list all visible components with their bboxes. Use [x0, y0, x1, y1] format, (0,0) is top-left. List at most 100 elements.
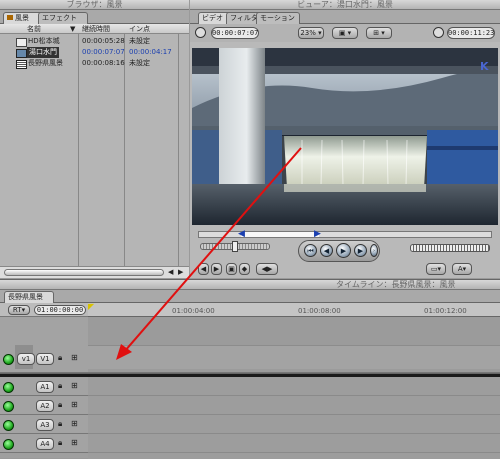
audio-track-content[interactable] — [88, 377, 500, 459]
list-item[interactable]: 長野県風景 00:00:08:16 未設定 — [0, 58, 189, 69]
item-duration: 00:00:08:16 — [82, 59, 125, 67]
timeline-title: タイムライン：長野県風景：風景 — [0, 280, 500, 290]
track-audible-button[interactable] — [3, 401, 14, 412]
auto-select-icon[interactable]: ⊞ — [71, 353, 78, 362]
overlay-popup[interactable]: ⊞ ▾ — [366, 27, 392, 39]
clip-icon — [16, 49, 27, 58]
video-track-header: v1 V1 🔒︎ ⊞ — [0, 317, 88, 373]
view-popup[interactable]: ▣ ▾ — [332, 27, 358, 39]
duration-timecode[interactable]: 00:00:07:07 — [211, 27, 259, 39]
destination-track-v1[interactable]: V1 — [36, 353, 54, 365]
horizontal-scrollbar[interactable]: ◀ ▶ — [0, 266, 189, 278]
viewer-window: ビューア：湯口水門：風景 ビデオ フィルタ モーション 00:00:07:07 … — [190, 0, 500, 278]
timeline-current-timecode[interactable]: 01:00:00:00 — [34, 305, 86, 315]
timeline-tab-row: 長野県風景 — [0, 290, 500, 303]
list-item[interactable]: HD松本城 00:00:05:28 未設定 — [0, 36, 189, 47]
browser-list: HD松本城 00:00:05:28 未設定 湯口水門 00:00:07:07 0… — [0, 34, 189, 266]
clip-icon — [16, 38, 27, 47]
rt-popup[interactable]: RT▾ — [8, 305, 30, 315]
audio-track-header-a2: A2 🔒︎ ⊞ — [0, 396, 88, 415]
zoom-value: 23% — [300, 29, 316, 37]
ruler-label: 01:00:12:00 — [424, 307, 467, 315]
current-timecode[interactable]: 00:00:11:23 — [447, 27, 495, 39]
current-time-icon — [433, 27, 444, 38]
destination-track-a4[interactable]: A4 — [36, 438, 54, 450]
next-edit-button[interactable]: ▶ — [354, 244, 367, 257]
destination-track-a1[interactable]: A1 — [36, 381, 54, 393]
in-point-marker[interactable]: ◀ — [238, 229, 245, 239]
lock-icon[interactable]: 🔒︎ — [58, 353, 62, 363]
tab-effects[interactable]: エフェクト — [38, 12, 88, 24]
tab-motion[interactable]: モーション — [256, 12, 300, 24]
column-duration[interactable]: 継続時間 — [82, 24, 110, 34]
track-visibility-button[interactable] — [3, 354, 14, 365]
ruler-label: 01:00:04:00 — [172, 307, 215, 315]
lock-icon[interactable]: 🔒︎ — [58, 381, 62, 391]
track-audible-button[interactable] — [3, 420, 14, 431]
previous-edit-button[interactable]: ◀ — [320, 244, 333, 257]
in-out-range — [241, 232, 319, 237]
ruler-label: 01:00:08:00 — [298, 307, 341, 315]
mark-in-button[interactable]: ◀ — [198, 263, 209, 275]
video-frame: K — [192, 48, 498, 225]
lock-icon[interactable]: 🔒︎ — [58, 419, 62, 429]
item-name: HD松本城 — [28, 37, 60, 45]
folder-icon — [7, 15, 13, 20]
tab-sequence[interactable]: 長野県風景 — [4, 291, 54, 303]
audio-track-header-a4: A4 🔒︎ ⊞ — [0, 434, 88, 453]
sequence-icon — [16, 60, 27, 69]
item-name: 湯口水門 — [27, 47, 59, 58]
item-duration: 00:00:05:28 — [82, 37, 125, 45]
item-duration: 00:00:07:07 — [82, 48, 125, 56]
add-marker-button[interactable]: ◆ — [239, 263, 250, 275]
browser-tab-row: 風景 エフェクト — [0, 10, 189, 24]
scroll-left-arrow-icon[interactable]: ◀ — [168, 268, 173, 276]
track-audible-button[interactable] — [3, 382, 14, 393]
v1-track-lane[interactable] — [88, 345, 500, 369]
destination-track-a3[interactable]: A3 — [36, 419, 54, 431]
browser-title: ブラウザ：風景 — [0, 0, 189, 10]
zoom-popup[interactable]: 23% ▾ — [298, 27, 324, 39]
source-patch-v1[interactable]: v1 — [17, 353, 35, 365]
scroll-right-arrow-icon[interactable]: ▶ — [178, 268, 183, 276]
play-in-to-out-button[interactable]: ⏮ — [304, 244, 317, 257]
jog-control[interactable] — [410, 244, 490, 252]
playhead-icon[interactable]: ◤ — [88, 302, 94, 311]
timeline-window: タイムライン：長野県風景：風景 長野県風景 RT▾ 01:00:00:00 ◤ … — [0, 279, 500, 459]
time-ruler[interactable]: ◤ 01:00:04:00 01:00:08:00 01:00:12:00 — [88, 302, 500, 317]
audio-track-header-a3: A3 🔒︎ ⊞ — [0, 415, 88, 434]
play-around-button[interactable]: › — [370, 244, 378, 257]
auto-select-icon[interactable]: ⊞ — [71, 381, 78, 390]
text-popup[interactable]: A▾ — [452, 263, 472, 275]
auto-select-icon[interactable]: ⊞ — [71, 438, 78, 447]
shuttle-knob[interactable] — [232, 241, 238, 252]
auto-select-icon[interactable]: ⊞ — [71, 419, 78, 428]
scrubber-bar[interactable]: ◀ ▶ — [198, 229, 492, 239]
play-button[interactable]: ▶ — [336, 243, 351, 258]
destination-track-a2[interactable]: A2 — [36, 400, 54, 412]
viewer-title: ビューア：湯口水門：風景 — [190, 0, 500, 10]
item-in: 00:00:04:17 — [129, 48, 172, 56]
out-point-marker[interactable]: ▶ — [314, 229, 321, 239]
lock-icon[interactable]: 🔒︎ — [58, 400, 62, 410]
item-in: 未設定 — [129, 59, 150, 67]
scroll-thumb[interactable] — [4, 269, 164, 276]
lock-icon[interactable]: 🔒︎ — [58, 438, 62, 448]
sort-arrow-icon: ▼ — [70, 25, 76, 33]
generator-popup[interactable]: ▭▾ — [426, 263, 446, 275]
rt-label: RT — [12, 306, 22, 314]
list-item[interactable]: 湯口水門 00:00:07:07 00:00:04:17 — [0, 47, 189, 58]
duration-icon — [195, 27, 206, 38]
track-audible-button[interactable] — [3, 439, 14, 450]
match-frame-button[interactable]: ▣ — [226, 263, 237, 275]
clip-marker-button[interactable]: ◀▶ — [256, 263, 278, 275]
auto-select-icon[interactable]: ⊞ — [71, 400, 78, 409]
column-in[interactable]: イン点 — [129, 24, 150, 34]
mark-out-button[interactable]: ▶ — [211, 263, 222, 275]
svg-text:K: K — [480, 60, 489, 73]
video-image: K — [192, 48, 498, 225]
browser-window: ブラウザ：風景 風景 エフェクト 名前 ▼ 継続時間 イン点 HD松本城 00:… — [0, 0, 189, 278]
tab-label: 風景 — [15, 14, 29, 22]
column-name[interactable]: 名前 — [27, 24, 41, 34]
video-track-content[interactable] — [88, 317, 500, 373]
